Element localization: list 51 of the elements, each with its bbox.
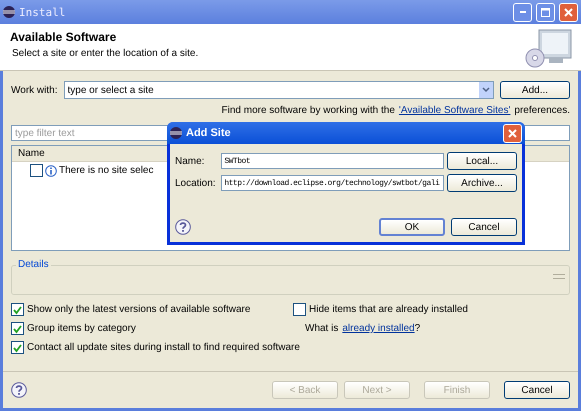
- maximize-button[interactable]: [536, 2, 555, 22]
- sash-icon: [553, 274, 565, 280]
- browse-button[interactable]: Archive...: [447, 174, 517, 192]
- help-icon: [11, 382, 27, 398]
- already-installed-link[interactable]: already installed: [342, 323, 415, 334]
- check-icon: [12, 324, 23, 334]
- page-title: Available Software: [10, 30, 118, 44]
- details-title: Details: [16, 259, 51, 270]
- checkbox[interactable]: [30, 164, 43, 177]
- option-label: Hide items that are already installed: [309, 304, 468, 315]
- app-icon: [3, 6, 15, 18]
- close-button[interactable]: [559, 2, 578, 22]
- check-icon: [12, 304, 23, 314]
- checkbox[interactable]: [293, 303, 306, 316]
- checkbox[interactable]: [11, 322, 24, 335]
- app-icon: [170, 127, 182, 139]
- minimize-icon: [520, 11, 526, 13]
- maximize-icon: [541, 8, 550, 16]
- check-icon: [12, 342, 23, 352]
- checkbox[interactable]: [11, 341, 24, 354]
- computer-icon: [525, 28, 573, 68]
- tree-item-text: There is no site selec: [59, 165, 154, 176]
- dialog-button[interactable]: Cancel: [451, 218, 517, 236]
- close-icon: [508, 128, 517, 138]
- hint-text: preferences.: [514, 104, 570, 116]
- text-field[interactable]: http://download.eclipse.org/technology/swtbot/gali: [221, 175, 444, 191]
- work-with-label: Work with:: [11, 84, 58, 96]
- add-button[interactable]: Add...: [500, 81, 570, 99]
- minimize-button[interactable]: [513, 2, 532, 22]
- info-icon: [45, 164, 57, 176]
- column-header[interactable]: Name: [18, 148, 45, 159]
- note-text: What is: [305, 323, 338, 334]
- wizard-button[interactable]: Cancel: [504, 381, 570, 399]
- dialog-title: Add Site: [186, 127, 232, 139]
- field-label: Location:: [175, 178, 217, 188]
- close-button[interactable]: [503, 124, 522, 142]
- browse-button[interactable]: Local...: [447, 152, 517, 170]
- page-description: Select a site or enter the location of a site.: [12, 48, 200, 59]
- help-icon: [175, 219, 191, 235]
- option-label: Contact all update sites during install to find required software: [27, 342, 300, 353]
- option-label: Show only the latest versions of available software: [27, 304, 250, 315]
- checkbox[interactable]: [11, 303, 24, 316]
- dialog-button[interactable]: OK: [379, 218, 445, 236]
- note-text: ?: [414, 323, 420, 334]
- available-software-sites-link[interactable]: 'Available Software Sites': [398, 104, 510, 116]
- option-label: Group items by category: [27, 323, 136, 334]
- window-title: Install: [19, 6, 66, 18]
- field-label: Name:: [175, 156, 206, 166]
- close-icon: [564, 8, 573, 16]
- text-field[interactable]: SWTbot: [221, 153, 444, 169]
- hint-text: Find more software by working with the: [222, 104, 395, 116]
